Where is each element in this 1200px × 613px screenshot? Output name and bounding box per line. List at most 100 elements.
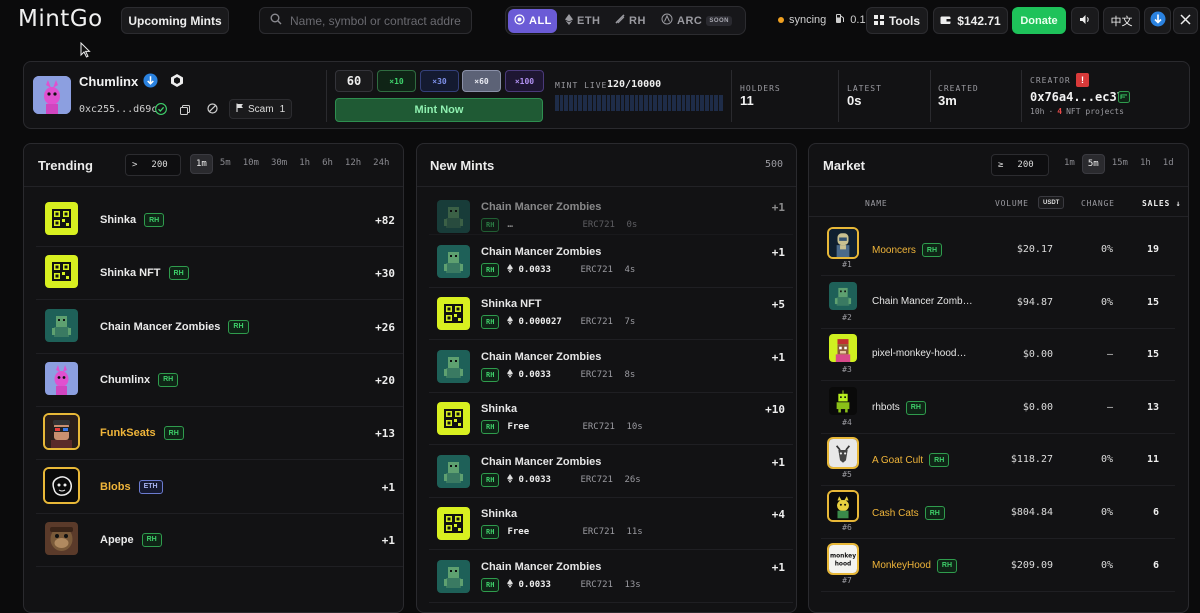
new-mint-item[interactable]: Chain Mancer Zombies RH 0.0033 ERC721 13s +1	[429, 551, 793, 603]
creator-link-icon[interactable]	[1118, 91, 1130, 106]
new-mint-standard: ERC721	[582, 422, 615, 432]
trending-item[interactable]: Chumlinx RH +20	[36, 354, 403, 407]
col-header-volume[interactable]: VOLUME	[995, 199, 1029, 208]
search-input[interactable]	[290, 13, 465, 28]
chain-tab-arc[interactable]: ARC SOON	[655, 9, 741, 33]
new-mint-name: Chain Mancer Zombies	[481, 201, 602, 213]
collection-avatar	[33, 76, 71, 114]
wallet-balance-button[interactable]: $142.71	[933, 7, 1008, 34]
market-item-name: Mooncers RH	[872, 243, 943, 257]
market-timeframes: 1m 5m 15m 1h 1d	[1059, 154, 1179, 174]
trending-item-count: +1	[381, 533, 395, 547]
tools-button[interactable]: Tools	[866, 7, 928, 34]
sound-button[interactable]	[1071, 7, 1099, 34]
trending-tf-1m[interactable]: 1m	[190, 154, 213, 174]
all-chains-icon	[514, 13, 525, 28]
trending-tf-5m[interactable]: 5m	[215, 154, 236, 174]
mint-live-label: MINT LIVE	[555, 81, 608, 90]
multiplier-x100-button[interactable]: ×100	[505, 70, 544, 92]
search-box[interactable]	[259, 7, 472, 34]
trending-item[interactable]: Shinka RH +82	[36, 194, 403, 247]
new-mint-meta: RH 0.0033 ERC721 26s	[481, 473, 641, 487]
creator-address[interactable]: 0x76a4...ec37	[1030, 90, 1124, 104]
progress-segment	[569, 95, 573, 111]
scam-report-button[interactable]: Scam 1	[229, 99, 292, 119]
trending-item[interactable]: Apepe RH +1	[36, 514, 403, 567]
multiplier-x30-button[interactable]: ×30	[420, 70, 459, 92]
creator-meta: 10h · 4 NFT projects	[1030, 107, 1124, 116]
market-tf-15m[interactable]: 15m	[1107, 154, 1133, 174]
telegram-icon[interactable]	[143, 73, 158, 91]
trending-item[interactable]: FunkSeats RH +13	[36, 407, 403, 461]
multiplier-x60-button[interactable]: ×60	[462, 70, 501, 92]
donate-button[interactable]: Donate	[1012, 7, 1066, 34]
market-row[interactable]: #4 rhbots RH $0.00 — 13	[821, 382, 1175, 434]
new-mint-item[interactable]: Chain Mancer Zombies RH … ERC721 0s +1	[429, 191, 793, 235]
trending-item[interactable]: Chain Mancer Zombies RH +26	[36, 301, 403, 354]
telegram-button[interactable]	[1144, 7, 1171, 34]
new-mint-item[interactable]: Chain Mancer Zombies RH 0.0033 ERC721 26s +1	[429, 446, 793, 498]
mint-quantity-input[interactable]: 60	[335, 70, 373, 92]
chain-badge: RH	[141, 532, 162, 547]
new-mint-item[interactable]: Chain Mancer Zombies RH 0.0033 ERC721 4s +1	[429, 236, 793, 288]
col-header-change[interactable]: CHANGE	[1081, 199, 1115, 208]
trending-item-count: +26	[375, 320, 395, 334]
collection-address[interactable]: 0xc255...d69c	[79, 104, 157, 115]
cat-art-icon	[829, 492, 857, 520]
mint-now-button[interactable]: Mint Now	[335, 98, 543, 122]
zombie-art-icon	[437, 560, 470, 593]
progress-segment	[592, 95, 597, 111]
col-header-sales[interactable]: SALES ↓	[1142, 199, 1181, 208]
market-tf-1h[interactable]: 1h	[1135, 154, 1156, 174]
copy-icon[interactable]	[180, 104, 190, 118]
contract-icon[interactable]	[170, 73, 184, 91]
market-row[interactable]: #2 Chain Mancer Zomb… $94.87 0% 15	[821, 277, 1175, 329]
market-item-name: Chain Mancer Zomb…	[872, 295, 973, 307]
trending-tf-12h[interactable]: 12h	[340, 154, 366, 174]
usdt-unit-badge[interactable]: USDT	[1038, 196, 1065, 209]
new-mint-price: 0.0033	[518, 370, 551, 380]
market-change: —	[1106, 349, 1113, 361]
trending-tf-1h[interactable]: 1h	[294, 154, 315, 174]
chain-tab-eth[interactable]: ETH	[559, 9, 607, 33]
divider	[731, 70, 732, 122]
market-tf-1m[interactable]: 1m	[1059, 154, 1080, 174]
mint-progress-bar	[555, 95, 723, 111]
block-icon[interactable]	[207, 103, 218, 117]
trending-min-filter[interactable]: > 200	[125, 154, 181, 176]
market-tf-1d[interactable]: 1d	[1158, 154, 1179, 174]
multiplier-x10-button[interactable]: ×10	[377, 70, 416, 92]
progress-segment	[615, 95, 620, 111]
language-button[interactable]: 中文	[1103, 7, 1140, 34]
progress-segment	[700, 95, 704, 111]
chain-tab-all[interactable]: ALL	[508, 8, 557, 33]
upcoming-mints-button[interactable]: Upcoming Mints	[121, 7, 229, 34]
trending-tf-30m[interactable]: 30m	[266, 154, 292, 174]
new-mint-item[interactable]: Shinka NFT RH 0.000027 ERC721 7s +5	[429, 288, 793, 340]
new-mint-item[interactable]: Shinka RH Free ERC721 11s +4	[429, 498, 793, 550]
trending-item[interactable]: Shinka NFT RH +30	[36, 247, 403, 301]
trending-tf-10m[interactable]: 10m	[238, 154, 264, 174]
trending-tf-24h[interactable]: 24h	[368, 154, 394, 174]
x-social-button[interactable]	[1173, 7, 1198, 34]
trending-tf-6h[interactable]: 6h	[317, 154, 338, 174]
market-row[interactable]: monkey hood #7 MonkeyHood RH $209.09 0% 6	[821, 540, 1175, 592]
market-row[interactable]: #3 pixel-monkey-hood… $0.00 — 15	[821, 329, 1175, 382]
market-min-filter[interactable]: ≥ 200	[991, 154, 1049, 176]
gas-value: 0.1	[850, 14, 866, 26]
mooncer-art-icon	[829, 229, 857, 257]
new-mint-item[interactable]: Chain Mancer Zombies RH 0.0033 ERC721 8s +1	[429, 341, 793, 393]
trending-item[interactable]: Blobs ETH +1	[36, 461, 403, 514]
chain-tab-rh[interactable]: RH	[609, 9, 653, 33]
market-sales: 6	[1152, 559, 1159, 571]
market-tf-5m[interactable]: 5m	[1081, 154, 1105, 174]
market-row[interactable]: #6 Cash Cats RH $804.84 0% 6	[821, 487, 1175, 539]
new-mint-price: 0.000027	[518, 317, 562, 327]
divider	[1021, 70, 1022, 122]
new-mint-item[interactable]: Shinka RH Free ERC721 10s +10	[429, 393, 793, 445]
market-row[interactable]: #1 Mooncers RH $20.17 0% 19	[821, 224, 1175, 276]
pixel-monkey-art-icon	[829, 334, 857, 363]
app-logo[interactable]: MintGo	[18, 6, 103, 32]
trending-item-name: Chain Mancer Zombies RH	[100, 319, 249, 334]
market-row[interactable]: #5 A Goat Cult RH $118.27 0% 11	[821, 434, 1175, 487]
